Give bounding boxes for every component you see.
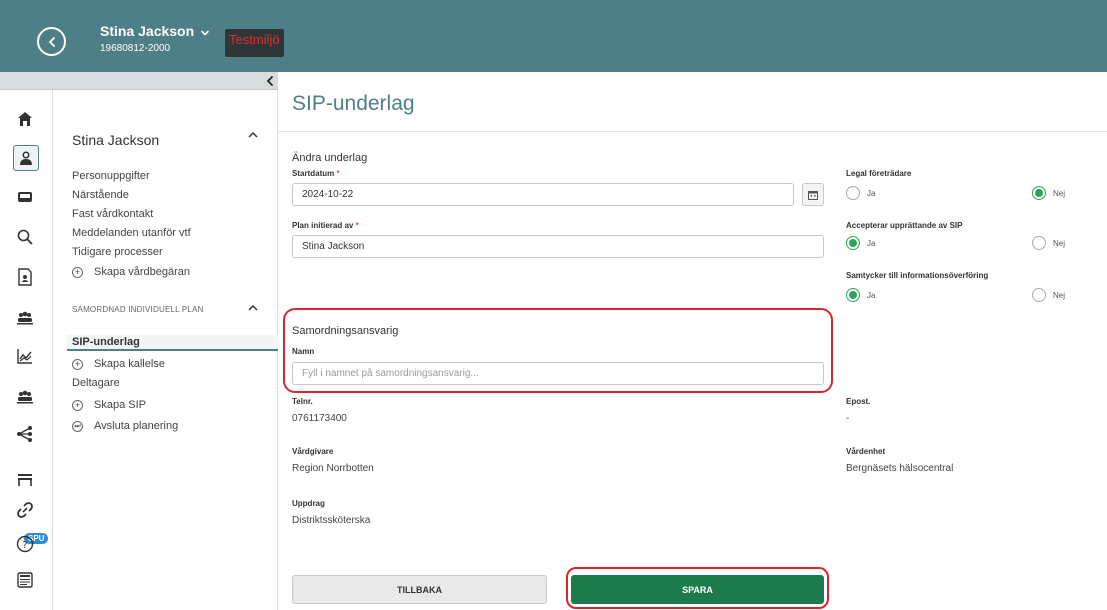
care-unit-label: Vårdenhet [846,447,886,456]
legal-representative-yes-radio[interactable] [846,186,860,200]
accepts-sip-label: Accepterar upprättande av SIP [846,221,963,230]
patient-name: Stina Jackson [100,23,195,39]
create-sip-link[interactable]: + Skapa SIP [72,399,146,411]
initiated-by-label: Plan initierad av * [292,221,359,230]
calendar-icon [808,190,818,200]
coordinator-name-input[interactable] [292,362,824,385]
plus-circle-icon: + [72,399,83,411]
chart-icon[interactable] [14,345,36,367]
coordinator-title: Samordningsansvarig [292,325,399,337]
help-icon[interactable]: ? [14,533,36,555]
create-invitation-link[interactable]: + Skapa kallelse [72,358,165,370]
start-date-input[interactable] [292,183,794,206]
create-sip-label: Skapa SIP [94,399,146,411]
caregiver-label: Vårdgivare [292,447,334,456]
chevron-down-icon [201,30,209,36]
consent-label: Samtycker till informationsöverföring [846,271,989,280]
patient-dropdown-button[interactable] [199,27,211,39]
share-network-icon[interactable] [14,423,36,445]
legal-representative-label: Legal företrädare [846,169,912,178]
title-divider [278,131,1107,132]
svg-text:?: ? [22,540,27,551]
accepts-sip-yes-radio[interactable] [846,236,860,250]
start-date-label: Startdatum * [292,169,340,178]
group-icon[interactable] [14,306,36,328]
document-person-icon[interactable] [14,266,36,288]
calendar-button[interactable] [802,183,824,206]
chevron-up-icon [248,304,258,311]
back-button[interactable] [37,27,66,56]
legal-representative-no-label: Nej [1053,189,1066,198]
consent-yes-radio[interactable] [846,288,860,302]
icon-rail: SPU ? [0,90,53,610]
accepts-sip-yes-label: Ja [867,239,876,248]
care-unit-value: Bergnäsets hälsocentral [846,463,954,474]
nav-item-sip-underlag-label: SIP-underlag [72,336,140,348]
create-care-request-label: Skapa vårdbegäran [94,266,191,278]
top-header: Stina Jackson 19680812-2000 Testmiljö [0,0,1107,72]
collapse-sidebar-button[interactable] [264,73,276,89]
form-section-title: Ändra underlag [292,152,368,164]
link-icon[interactable] [14,499,36,521]
back-form-button[interactable]: TILLBAKA [292,575,547,604]
nav-link-personuppgifter[interactable]: Personuppgifter [72,170,150,182]
initiated-by-input[interactable] [292,235,824,258]
create-invitation-label: Skapa kallelse [94,358,165,370]
news-icon[interactable] [14,569,36,591]
create-care-request-link[interactable]: + Skapa vårdbegäran [72,266,190,278]
sidebar-header-strip [0,72,278,90]
assignment-label: Uppdrag [292,499,325,508]
phone-label: Telnr. [292,397,313,406]
caregiver-value: Region Norrbotten [292,463,374,474]
team-icon[interactable] [14,385,36,407]
nav-link-tidigare-processer[interactable]: Tidigare processer [72,246,163,258]
legal-representative-yes-label: Ja [867,189,876,198]
consent-yes-label: Ja [867,291,876,300]
nav-link-meddelanden[interactable]: Meddelanden utanför vtf [72,227,191,239]
nav-link-deltagare[interactable]: Deltagare [72,377,120,389]
email-label: Epost. [846,397,871,406]
nav-link-narstaende[interactable]: Närstående [72,189,129,201]
plus-circle-icon: + [72,358,83,370]
consent-no-label: Nej [1053,291,1066,300]
accepts-sip-no-radio[interactable] [1032,236,1046,250]
cart-icon[interactable] [14,468,36,490]
plus-circle-icon: + [72,266,83,278]
environment-badge: Testmiljö [225,29,284,57]
end-planning-link[interactable]: ⏭ Avsluta planering [72,420,178,432]
person-icon[interactable] [13,145,39,171]
accepts-sip-no-label: Nej [1053,239,1066,248]
phone-value: 0761173400 [292,413,347,424]
consent-no-radio[interactable] [1032,288,1046,302]
collapse-sip-section-button[interactable] [247,303,259,313]
collapse-patient-section-button[interactable] [247,130,259,140]
home-icon[interactable] [14,108,36,130]
inbox-icon[interactable] [14,186,36,208]
search-icon[interactable] [14,226,36,248]
sip-section-label: SAMORDNAD INDIVIDUELL PLAN [72,305,204,314]
coordinator-name-label: Namn [292,347,315,356]
chevron-left-icon [48,36,55,47]
email-value: - [846,413,850,424]
nav-link-fast-vardkontakt[interactable]: Fast vårdkontakt [72,208,153,220]
patient-nav-panel: Stina Jackson Personuppgifter Närstående… [53,90,278,610]
save-button[interactable]: SPARA [571,575,824,604]
nav-item-sip-underlag[interactable]: SIP-underlag [67,335,278,351]
patient-id: 19680812-2000 [100,43,171,54]
end-planning-label: Avsluta planering [94,420,179,432]
legal-representative-no-radio[interactable] [1032,186,1046,200]
assignment-value: Distriktssköterska [292,515,371,526]
nav-patient-name: Stina Jackson [72,132,160,148]
end-circle-icon: ⏭ [72,420,83,432]
page-title: SIP-underlag [292,92,415,115]
chevron-left-icon [266,76,273,86]
chevron-up-icon [248,131,258,138]
